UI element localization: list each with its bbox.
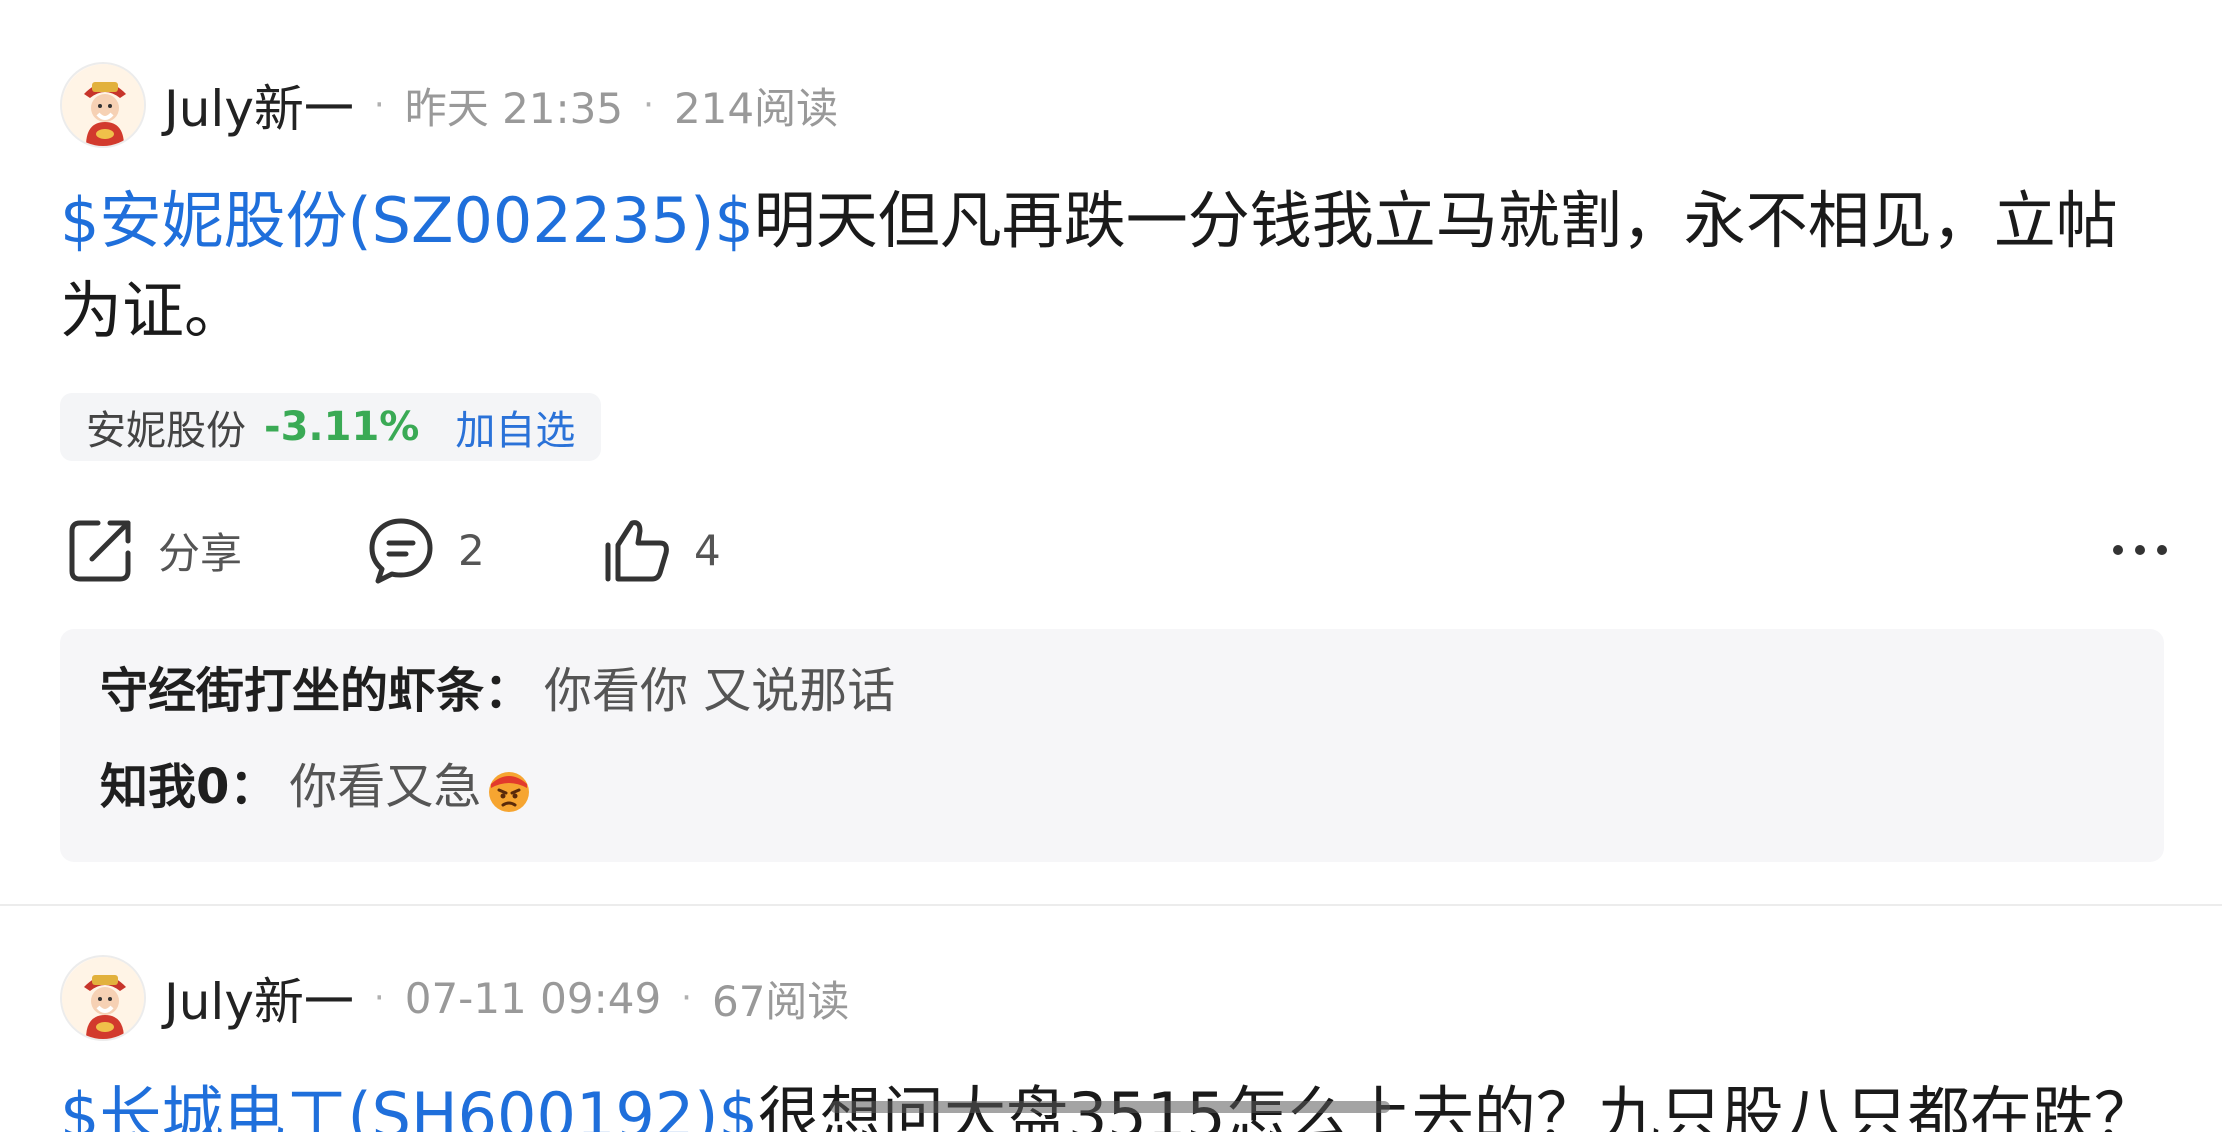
angry-face-emoji-icon [489,772,530,812]
share-icon [69,520,131,582]
comment-count: 2 [458,525,485,575]
like-count: 4 [694,525,721,575]
stock-quote-chip[interactable]: 安妮股份 -3.11% 加自选 [60,393,602,461]
feed-post[interactable]: July新一 · 07-11 09:49 · 67阅读 $长城电工(SH6001… [0,908,2222,1132]
author-name[interactable]: July新一 [164,962,354,1034]
author-name[interactable]: July新一 [164,69,354,141]
post-header: July新一 · 昨天 21:35 · 214阅读 [60,60,838,150]
comment-colon: ： [484,663,533,719]
post-time: 07-11 09:49 [404,973,662,1023]
stock-link[interactable]: $长城电工(SH600192)$ [60,1079,758,1132]
post-content[interactable]: $安妮股份(SZ002235)$明天但凡再跌一分钱我立马就割，永不相见，立帖为证… [60,176,2160,356]
stock-change: -3.11% [264,404,420,450]
feed-post[interactable]: July新一 · 昨天 21:35 · 214阅读 $安妮股份(SZ002235… [0,0,2222,905]
stock-name: 安妮股份 [86,408,246,454]
more-options-button[interactable] [2095,510,2185,590]
comment-button[interactable]: 2 [366,510,485,590]
comment-user[interactable]: 知我0 [100,759,229,815]
more-icon [2113,545,2123,555]
add-watchlist-button[interactable]: 加自选 [455,398,575,456]
post-divider [0,904,2222,906]
home-indicator[interactable] [830,1101,1390,1113]
comment-user[interactable]: 守经街打坐的虾条 [100,663,484,719]
comment-colon: ： [229,759,278,815]
more-icon-dot [2135,545,2145,555]
stock-link[interactable]: $安妮股份(SZ002235)$ [60,184,754,257]
share-button[interactable]: 分享 [66,510,242,590]
avatar[interactable] [60,62,146,148]
comment-text: 你看又急 [289,759,482,815]
post-time: 昨天 21:35 [404,83,624,133]
share-label: 分享 [158,528,243,578]
meta-separator: · [643,85,654,125]
thumbs-up-icon [605,520,669,582]
action-bar: 分享 2 4 [60,510,2167,590]
like-button[interactable]: 4 [602,510,721,590]
meta-separator: · [681,978,692,1018]
read-count: 214阅读 [673,83,839,133]
more-icon-dot [2157,545,2167,555]
avatar[interactable] [60,955,146,1041]
comment-text: 你看你 又说那话 [544,663,896,719]
post-header: July新一 · 07-11 09:49 · 67阅读 [60,953,849,1043]
meta-separator: · [373,85,385,125]
comment-item[interactable]: 守经街打坐的虾条： 你看你 又说那话 [100,661,895,721]
comment-icon [369,518,433,584]
comment-item[interactable]: 知我0： 你看又急 [100,757,533,817]
read-count: 67阅读 [711,976,850,1026]
meta-separator: · [373,978,385,1018]
